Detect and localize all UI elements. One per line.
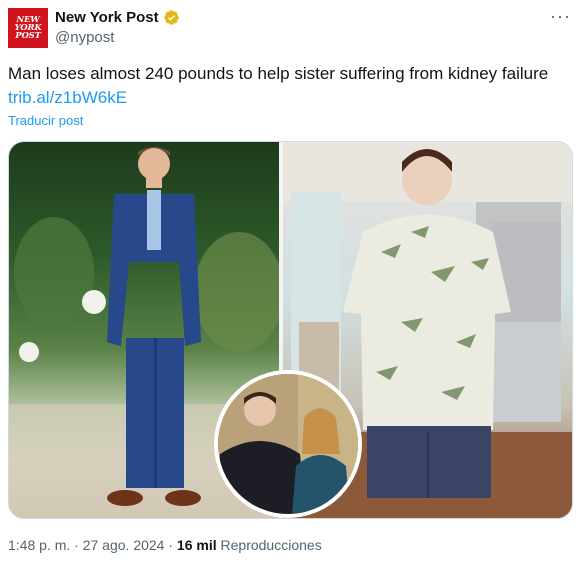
author-handle[interactable]: @nypost [55, 29, 114, 46]
author-name-row[interactable]: New York Post [55, 9, 180, 26]
verified-badge-icon [163, 10, 179, 25]
meta-separator: · [74, 537, 79, 553]
inset-photo [214, 370, 362, 518]
tweet-link[interactable]: trib.al/z1bW6kE [8, 88, 127, 108]
tweet-metadata: 1:48 p. m. · 27 ago. 2024 · 16 mil Repro… [8, 537, 322, 553]
tweet-time[interactable]: 1:48 p. m. [8, 537, 70, 553]
tweet-date[interactable]: 27 ago. 2024 [83, 537, 165, 553]
views-label: Reproducciones [220, 537, 322, 553]
avatar[interactable]: NEW YORK POST [8, 8, 48, 48]
display-name[interactable]: New York Post [55, 9, 159, 26]
tweet-text: Man loses almost 240 pounds to help sist… [8, 64, 549, 83]
translate-post-link[interactable]: Traducir post [8, 113, 83, 128]
more-options-icon[interactable]: ··· [550, 6, 571, 27]
tweet-media-image[interactable] [8, 141, 573, 519]
meta-separator: · [168, 537, 174, 553]
views-count: 16 mil [176, 537, 217, 553]
avatar-text-line-3: POST [15, 31, 41, 41]
